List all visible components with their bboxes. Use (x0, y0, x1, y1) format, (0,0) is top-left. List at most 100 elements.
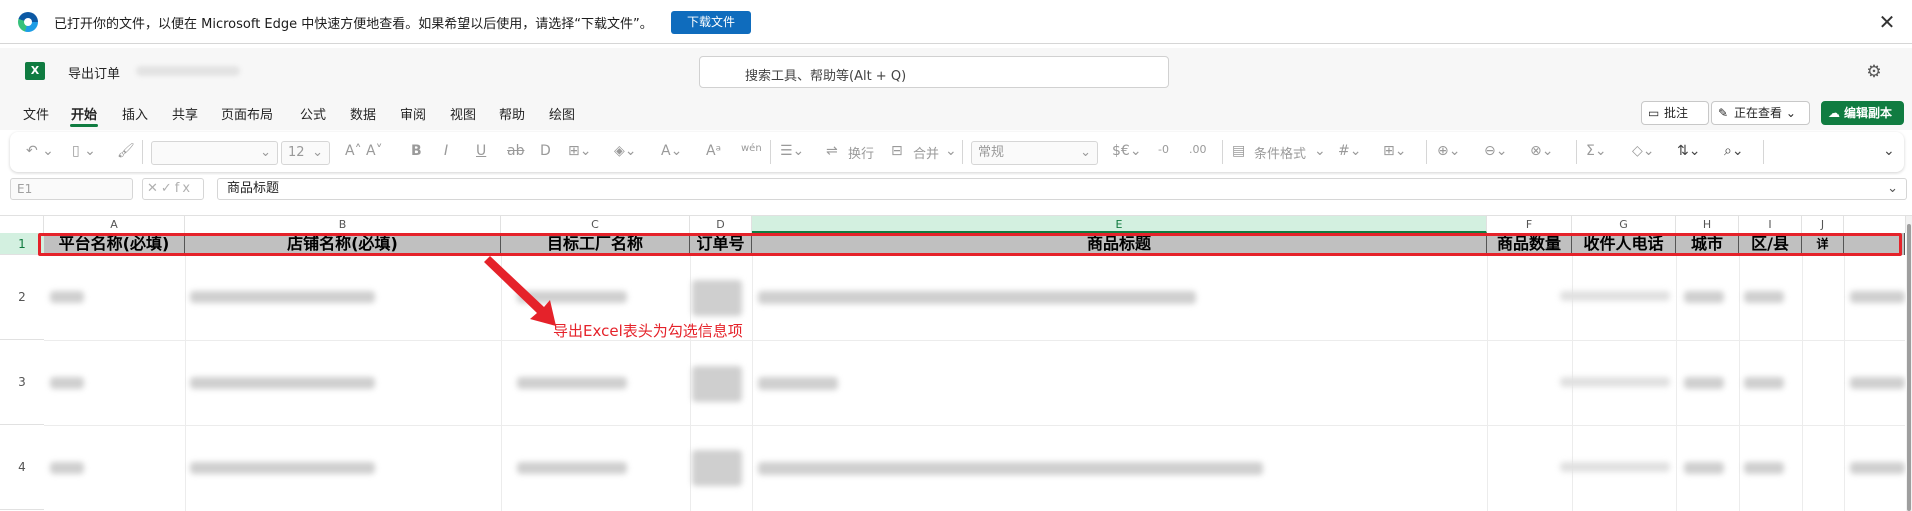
tab-page-layout[interactable]: 页面布局 (221, 104, 273, 123)
conditional-format-label[interactable]: 条件格式 (1254, 143, 1306, 162)
blurred-cell (1850, 377, 1905, 389)
cell-styles-icon[interactable]: ⊞⌄ (1383, 143, 1406, 159)
column-header-a[interactable]: A (44, 216, 185, 233)
cell-reference: E1 (17, 182, 33, 196)
underline-icon[interactable]: U (476, 143, 486, 159)
merge-icon[interactable]: ⊟ (891, 143, 903, 159)
grid-line (752, 255, 753, 511)
increase-decimal-icon[interactable]: -0 (1158, 143, 1169, 156)
delete-cells-icon[interactable]: ⊖⌄ (1484, 143, 1507, 159)
merge-label[interactable]: 合并 (913, 143, 939, 162)
column-header-c[interactable]: C (501, 216, 690, 233)
blurred-cell (1560, 377, 1670, 387)
column-header-k[interactable] (1844, 216, 1906, 233)
document-title[interactable]: 导出订单 (68, 63, 120, 82)
number-format-select[interactable]: 常规 ⌄ (971, 141, 1098, 165)
divider (962, 140, 963, 164)
blurred-cell (1560, 462, 1670, 472)
gear-icon[interactable]: ⚙ (1864, 62, 1884, 82)
blurred-cell (190, 462, 375, 474)
formula-input[interactable]: 商品标题 ⌄ (217, 178, 1907, 200)
comment-label: 批注 (1664, 106, 1689, 120)
select-all-corner[interactable] (0, 216, 44, 233)
format-painter-icon[interactable]: 🖌 (117, 143, 135, 159)
undo-icon[interactable]: ↶ ⌄ (26, 143, 54, 159)
formula-actions[interactable]: ✕✓fx (142, 178, 204, 200)
double-underline-icon[interactable]: D (540, 143, 551, 159)
sort-filter-icon[interactable]: ⇅⌄ (1677, 143, 1700, 159)
blurred-cell (692, 280, 742, 316)
borders-icon[interactable]: ⊞⌄ (568, 143, 591, 159)
italic-icon[interactable]: I (444, 143, 448, 159)
conditional-format-dropdown-icon[interactable]: ⌄ (1314, 143, 1326, 159)
tab-draw[interactable]: 绘图 (549, 104, 575, 123)
column-header-e[interactable]: E (752, 216, 1487, 233)
infobar-message: 已打开你的文件，以便在 Microsoft Edge 中快速方便地查看。如果希望… (54, 17, 653, 32)
format-cells-icon[interactable]: ⊗⌄ (1530, 143, 1553, 159)
align-icon[interactable]: ☰⌄ (780, 143, 804, 159)
tab-formulas[interactable]: 公式 (300, 104, 326, 123)
strikethrough-icon[interactable]: ab (507, 143, 524, 159)
comment-button[interactable]: ▭ 批注 (1641, 101, 1709, 125)
edit-copy-button[interactable]: ☁ 编辑副本 (1821, 101, 1904, 125)
row-header-4[interactable]: 4 (0, 425, 44, 510)
phonetic-icon[interactable]: Aᵃ (706, 143, 721, 159)
column-header-d[interactable]: D (690, 216, 752, 233)
font-color-icon[interactable]: A⌄ (661, 143, 682, 159)
grid-line (1844, 255, 1845, 511)
find-icon[interactable]: ⌕⌄ (1724, 143, 1744, 159)
column-header-i[interactable]: I (1739, 216, 1802, 233)
name-box[interactable]: E1 (10, 178, 133, 200)
close-icon[interactable]: ✕ (1876, 11, 1898, 33)
chevron-down-icon[interactable]: ⌄ (1883, 143, 1895, 159)
wrap-text-icon[interactable]: ⇌ (826, 143, 838, 159)
tab-share[interactable]: 共享 (172, 104, 198, 123)
grow-font-icon[interactable]: A˄ A˅ (345, 143, 383, 159)
divider (1576, 140, 1577, 164)
paste-icon[interactable]: ▯ ⌄ (72, 143, 96, 159)
column-header-g[interactable]: G (1572, 216, 1676, 233)
currency-icon[interactable]: $€⌄ (1112, 143, 1142, 159)
blurred-cell (517, 462, 627, 474)
download-file-button[interactable]: 下载文件 (671, 11, 751, 34)
divider (142, 140, 143, 164)
wen-icon[interactable]: wén (741, 143, 762, 154)
column-header-h[interactable]: H (1676, 216, 1739, 233)
tab-file[interactable]: 文件 (23, 104, 49, 123)
font-size-select[interactable]: 12 ⌄ (281, 141, 330, 165)
tab-help[interactable]: 帮助 (499, 104, 525, 123)
viewing-mode-button[interactable]: ✎ 正在查看 ⌄ (1711, 101, 1810, 125)
format-as-table-icon[interactable]: #⌄ (1338, 143, 1361, 159)
viewing-label: 正在查看 (1734, 106, 1783, 120)
blurred-cell (1684, 462, 1724, 474)
sum-icon[interactable]: Σ⌄ (1586, 143, 1607, 159)
tab-review[interactable]: 审阅 (400, 104, 426, 123)
decrease-decimal-icon[interactable]: .00 (1189, 143, 1207, 156)
chevron-down-icon[interactable]: ⌄ (1887, 179, 1898, 199)
fill-color-icon[interactable]: ◈⌄ (614, 143, 637, 159)
row-header-2[interactable]: 2 (0, 255, 44, 340)
blurred-cell (1684, 377, 1724, 389)
wrap-text-label[interactable]: 换行 (848, 143, 874, 162)
column-header-f[interactable]: F (1487, 216, 1572, 233)
divider (1222, 140, 1223, 164)
tab-data[interactable]: 数据 (350, 104, 376, 123)
conditional-format-icon[interactable]: ▤ (1232, 143, 1245, 159)
vertical-scrollbar[interactable] (1906, 216, 1912, 511)
column-header-j[interactable]: J (1802, 216, 1844, 233)
blurred-cell (692, 450, 742, 486)
cloud-icon: ☁ (1828, 106, 1840, 120)
bold-icon[interactable]: B (411, 143, 422, 159)
tab-home[interactable]: 开始 (71, 104, 97, 123)
insert-cells-icon[interactable]: ⊕⌄ (1437, 143, 1460, 159)
tab-view[interactable]: 视图 (450, 104, 476, 123)
font-family-select[interactable]: ⌄ (151, 141, 278, 165)
tab-insert[interactable]: 插入 (122, 104, 148, 123)
clear-icon[interactable]: ◇⌄ (1632, 143, 1655, 159)
row-header-3[interactable]: 3 (0, 340, 44, 425)
blurred-cell (758, 377, 838, 390)
column-header-b[interactable]: B (185, 216, 501, 233)
search-input[interactable]: 搜索工具、帮助等(Alt + Q) (699, 56, 1169, 88)
scrollbar-thumb[interactable] (1907, 224, 1911, 511)
merge-dropdown-icon[interactable]: ⌄ (945, 143, 957, 159)
